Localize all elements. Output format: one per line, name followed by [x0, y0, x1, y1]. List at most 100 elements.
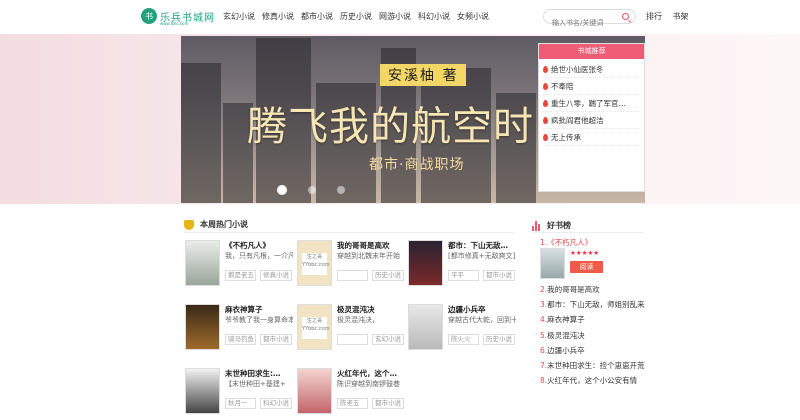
header-links: 排行 书架 — [646, 11, 697, 22]
nav-item-xiuzhen[interactable]: 修真小说 — [262, 11, 294, 22]
bookshelf-link[interactable]: 书架 — [673, 12, 689, 21]
book-title[interactable]: 末世种田求生:… — [225, 368, 293, 379]
rank-item-label: 麻衣神算子 — [547, 315, 585, 325]
hot-section-title: 本周热门小说 — [184, 219, 248, 230]
cover-site: YYbbc.com — [302, 262, 330, 268]
book-category[interactable]: 都市小说 — [483, 270, 515, 281]
book-title[interactable]: 麻衣神算子 — [225, 304, 293, 315]
recommend-item[interactable]: 疯批阎君他超洁 — [543, 112, 640, 129]
book-cover[interactable] — [297, 368, 332, 414]
rank-first-cover[interactable] — [540, 248, 565, 279]
rank-item[interactable]: 2.我的哥哥是高欢 — [540, 284, 646, 299]
book-cover[interactable] — [408, 240, 443, 286]
rank-item-label: 火红年代，这个小公安有情 — [547, 376, 638, 386]
nav-item-xuanhuan[interactable]: 玄幻小说 — [223, 11, 255, 22]
hot-section-label: 本周热门小说 — [200, 220, 248, 229]
book-title[interactable]: 边疆小兵卒 — [448, 304, 516, 315]
rank-item[interactable]: 7.末世种田求生：捡个崽崽开荒 — [540, 360, 646, 375]
book-card[interactable]: 边疆小兵卒 穿越古代大乾，回到十六 陈火火 历史小说 — [408, 304, 516, 356]
book-cover[interactable] — [185, 240, 220, 286]
nav-item-dushi[interactable]: 都市小说 — [301, 11, 333, 22]
carousel-dot[interactable] — [337, 186, 345, 194]
rank-item[interactable]: 8.火红年代，这个小公安有情 — [540, 375, 646, 390]
site-logo[interactable]: 书 乐兵书城网 www.lbsc.com — [141, 8, 215, 26]
banner-building — [181, 63, 221, 203]
book-title[interactable]: 我的哥哥是高欢 — [337, 240, 405, 251]
book-desc: [都市修真+无敌爽文] — [448, 252, 516, 260]
rank-link[interactable]: 排行 — [646, 12, 662, 21]
book-category[interactable]: 科幻小说 — [260, 398, 292, 409]
recommend-item[interactable]: 绝世小仙医张冬 — [543, 61, 640, 78]
carousel-dot[interactable] — [277, 185, 287, 195]
cover-sign: 生之哥 — [306, 254, 322, 260]
book-cover[interactable]: 生之哥 YYbbc.com — [297, 304, 332, 350]
recommend-item-label: 疯批阎君他超洁 — [551, 116, 604, 125]
book-cover[interactable] — [185, 368, 220, 414]
read-button[interactable]: 阅读 — [570, 261, 603, 273]
book-card[interactable]: 都市：下山无敌… [都市修真+无敌爽文] 平平 都市小说 — [408, 240, 516, 292]
rank-item[interactable]: 4.麻衣神算子 — [540, 314, 646, 329]
book-cover[interactable] — [185, 304, 220, 350]
recommend-item[interactable]: 无上传承 — [543, 129, 640, 146]
book-author: 秋月一 — [225, 398, 256, 409]
recommend-panel: 书城推荐 绝世小仙医张冬 不奉陪 重生八零，踹了军官… 疯批阎君他超洁 无上传承 — [538, 43, 645, 192]
book-title[interactable]: 火红年代，这个… — [337, 368, 405, 379]
book-cover[interactable] — [408, 304, 443, 350]
book-author: 陈老五 — [337, 398, 368, 409]
search-icon[interactable] — [622, 13, 629, 20]
book-author: 陈火火 — [448, 334, 479, 345]
book-cover[interactable]: 生之哥 YYbbc.com — [297, 240, 332, 286]
recommend-item-label: 不奉陪 — [551, 82, 574, 91]
book-category[interactable]: 历史小说 — [372, 270, 404, 281]
flame-icon — [543, 100, 548, 107]
book-card[interactable]: 《不朽凡人》 我，只有凡根，一介凡人 鹅是老五 修真小说 — [185, 240, 293, 292]
nav-item-kehuan[interactable]: 科幻小说 — [418, 11, 450, 22]
recommend-item-label: 绝世小仙医张冬 — [551, 65, 604, 74]
rank-item-label: 末世种田求生：捡个崽崽开荒 — [547, 360, 645, 370]
book-author — [337, 270, 368, 281]
rank-item-label: 边疆小兵卒 — [547, 345, 585, 355]
book-card[interactable]: 火红年代，这个… 陈识穿越到南锣鼓巷 陈老五 都市小说 — [297, 368, 405, 420]
book-category[interactable]: 历史小说 — [483, 334, 515, 345]
divider — [532, 232, 644, 233]
book-category[interactable]: 玄幻小说 — [372, 334, 404, 345]
recommend-item-label: 无上传承 — [551, 133, 581, 142]
search-input[interactable] — [552, 16, 622, 30]
book-category[interactable]: 修真小说 — [260, 270, 292, 281]
book-category[interactable]: 都市小说 — [260, 334, 292, 345]
banner-title: 腾飞我的航空时 — [247, 104, 534, 150]
book-category[interactable]: 都市小说 — [372, 398, 404, 409]
recommend-item[interactable]: 不奉陪 — [543, 78, 640, 95]
cover-site: YYbbc.com — [302, 326, 330, 332]
book-card[interactable]: 生之哥 YYbbc.com 极灵混沌决 极灵混沌决， 玄幻小说 — [297, 304, 405, 356]
main-nav: 玄幻小说 修真小说 都市小说 历史小说 网游小说 科幻小说 女频小说 — [223, 11, 496, 22]
ranking-list: 2.我的哥哥是高欢 3.都市：下山无敌，师姐别乱来 4.麻衣神算子 5.极灵混沌… — [540, 284, 646, 390]
book-author: 平平 — [448, 270, 479, 281]
book-title[interactable]: 《不朽凡人》 — [225, 240, 293, 251]
book-desc: 极灵混沌决， — [337, 316, 379, 324]
flame-icon — [543, 117, 548, 124]
book-desc: 穿越到北魏末年开始 — [337, 252, 400, 260]
recommend-item[interactable]: 重生八零，踹了军官… — [543, 95, 640, 112]
book-title[interactable]: 都市：下山无敌… — [448, 240, 516, 251]
rank-item[interactable]: 6.边疆小兵卒 — [540, 345, 646, 360]
book-title[interactable]: 极灵混沌决 — [337, 304, 405, 315]
rank-first-title[interactable]: 1.《不朽凡人》 — [540, 237, 592, 248]
nav-item-nvpin[interactable]: 女频小说 — [457, 11, 489, 22]
book-desc: 陈识穿越到南锣鼓巷 — [337, 380, 400, 388]
book-card[interactable]: 末世种田求生:… 【末世种田+基建+ 秋月一 科幻小说 — [185, 368, 293, 420]
rank-item[interactable]: 3.都市：下山无敌，师姐别乱来 — [540, 299, 646, 314]
rank-item-label: 都市：下山无敌，师姐别乱来 — [547, 300, 645, 310]
book-card[interactable]: 生之哥 YYbbc.com 我的哥哥是高欢 穿越到北魏末年开始 历史小说 — [297, 240, 405, 292]
nav-item-wangyou[interactable]: 网游小说 — [379, 11, 411, 22]
carousel-dots — [277, 185, 366, 195]
rank-item[interactable]: 5.极灵混沌决 — [540, 330, 646, 345]
book-author: 鹅是老五 — [225, 270, 256, 281]
nav-item-lishi[interactable]: 历史小说 — [340, 11, 372, 22]
recommend-item-label: 重生八零，踹了军官… — [551, 99, 626, 108]
banner-author: 安溪柚 著 — [380, 64, 467, 86]
book-card[interactable]: 麻衣神算子 爷爷教了我一身算命本领 骑马钓鱼 都市小说 — [185, 304, 293, 356]
recommend-title: 书城推荐 — [539, 44, 644, 59]
carousel-dot[interactable] — [308, 186, 316, 194]
divider — [184, 232, 514, 233]
